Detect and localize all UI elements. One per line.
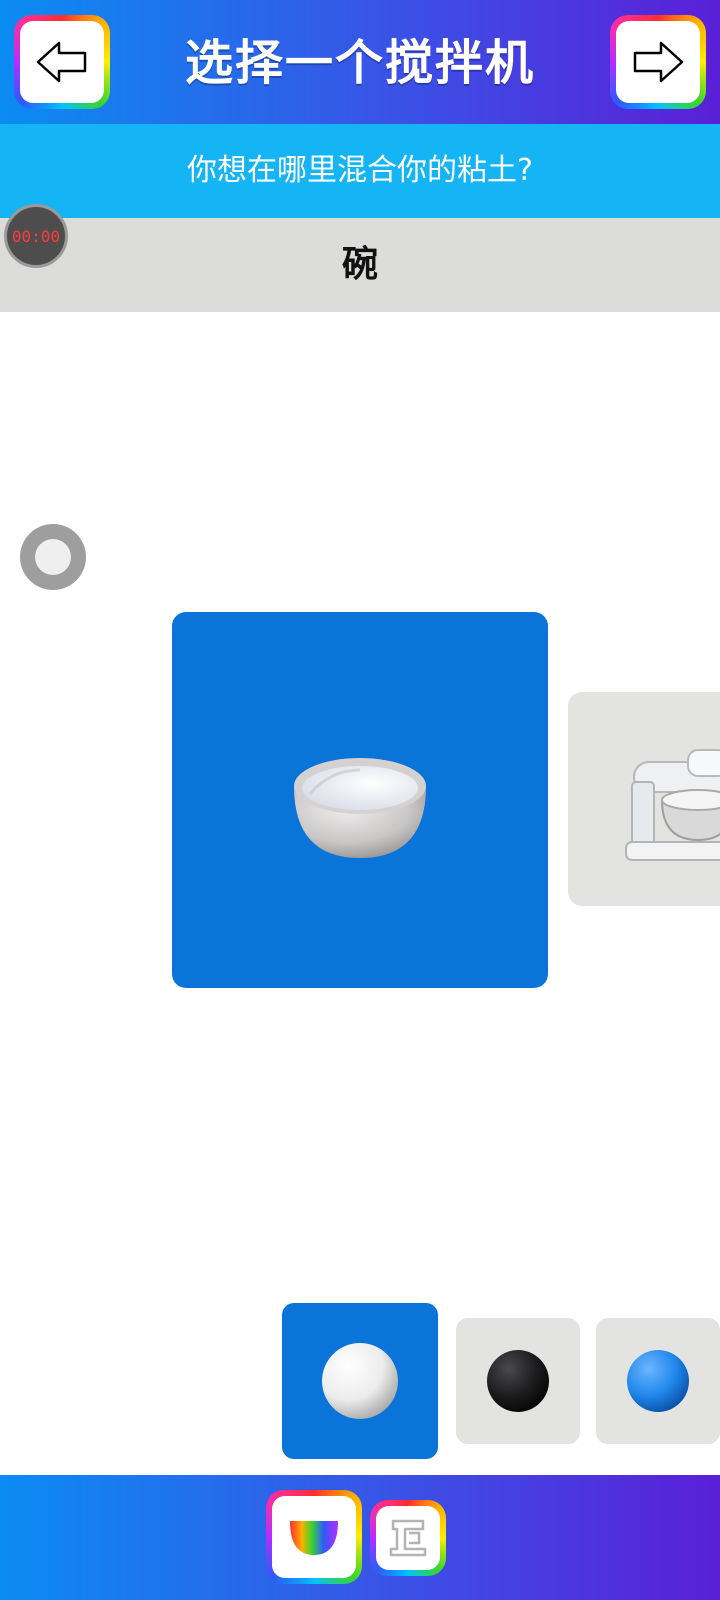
white-ball-icon	[322, 1343, 398, 1419]
rainbow-bowl-icon	[290, 1521, 338, 1555]
floating-record-button[interactable]	[20, 524, 86, 590]
next-button[interactable]	[610, 15, 706, 109]
bottom-bar	[0, 1475, 720, 1600]
bowl-icon	[294, 758, 426, 858]
color-swatch-black[interactable]	[456, 1318, 580, 1444]
selected-mixer-name: 碗	[0, 218, 720, 312]
mixer-card-bowl[interactable]	[172, 612, 548, 988]
page-title: 选择一个搅拌机	[184, 35, 535, 91]
ring-icon	[35, 539, 71, 575]
tab-bowl[interactable]	[266, 1490, 362, 1584]
timer-text: 00:00	[11, 226, 61, 246]
mixer-outline-icon	[389, 1519, 427, 1557]
color-swatch-white[interactable]	[282, 1303, 438, 1459]
prompt-text: 你想在哪里混合你的粘土?	[0, 124, 720, 218]
mixer-card-stand-mixer[interactable]	[568, 692, 720, 906]
arrow-left-icon	[36, 41, 87, 83]
arrow-right-icon	[633, 41, 684, 83]
blue-ball-icon	[627, 1350, 689, 1412]
black-ball-icon	[487, 1350, 549, 1412]
tab-stand-mixer[interactable]	[370, 1500, 446, 1576]
timer-badge[interactable]: 00:00	[4, 204, 68, 268]
top-bar: 选择一个搅拌机	[0, 0, 720, 124]
color-swatch-blue[interactable]	[596, 1318, 720, 1444]
back-button[interactable]	[14, 15, 110, 109]
stand-mixer-icon	[625, 749, 720, 861]
